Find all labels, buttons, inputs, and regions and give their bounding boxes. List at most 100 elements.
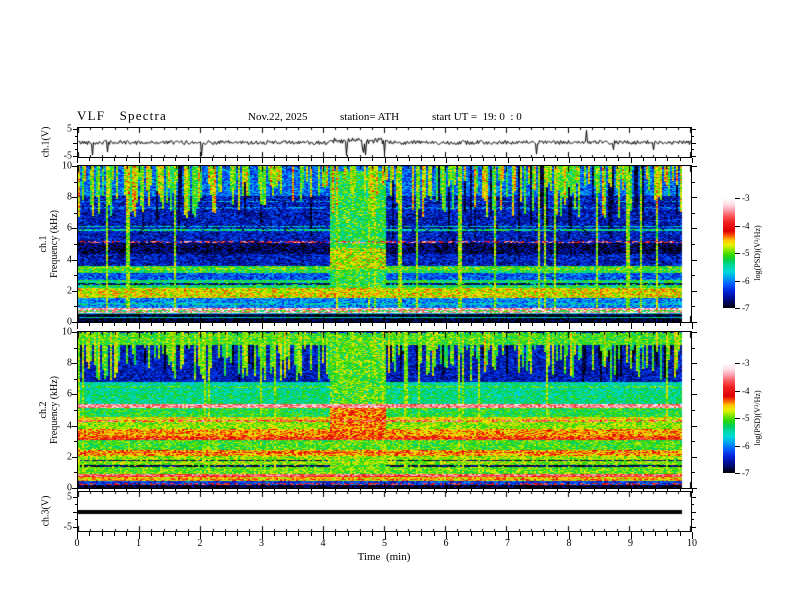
tick-mark bbox=[75, 135, 77, 137]
tick-mark bbox=[72, 363, 77, 365]
colorbar-tick bbox=[735, 445, 740, 447]
tick-mark bbox=[236, 323, 238, 326]
tick-mark bbox=[372, 532, 374, 536]
tick-mark bbox=[89, 158, 91, 161]
freq-tick-label: 6 bbox=[67, 222, 72, 234]
colorbar-ch1 bbox=[723, 198, 735, 308]
tick-mark bbox=[372, 323, 374, 326]
tick-mark bbox=[569, 323, 570, 329]
tick-mark bbox=[212, 532, 214, 536]
figure-title: VLF Spectra bbox=[77, 108, 167, 123]
tick-mark bbox=[692, 158, 693, 163]
tick-mark bbox=[74, 378, 77, 380]
tick-mark bbox=[482, 158, 484, 161]
tick-mark bbox=[655, 158, 657, 161]
tick-mark bbox=[187, 532, 189, 536]
ch1-waveform-canvas bbox=[78, 128, 691, 157]
freq-tick-label: 8 bbox=[67, 357, 72, 369]
tick-mark bbox=[556, 489, 558, 491]
colorbar-tick-label: -7 bbox=[742, 303, 750, 313]
tick-mark bbox=[72, 259, 77, 261]
tick-mark bbox=[569, 489, 570, 493]
tick-mark bbox=[286, 489, 288, 491]
tick-mark bbox=[200, 489, 201, 493]
tick-mark bbox=[298, 158, 300, 161]
tick-mark bbox=[212, 158, 214, 161]
colorbar-tick bbox=[735, 473, 740, 474]
tick-mark bbox=[544, 158, 546, 161]
tick-mark bbox=[692, 332, 697, 333]
tick-mark bbox=[667, 323, 669, 326]
tick-mark bbox=[163, 532, 165, 536]
freq-tick-label: 10 bbox=[62, 160, 72, 172]
x-tick-label: 2 bbox=[197, 538, 203, 549]
tick-mark bbox=[667, 489, 669, 491]
colorbar-tick-label: -7 bbox=[742, 468, 750, 478]
tick-mark bbox=[249, 489, 251, 491]
tick-mark bbox=[581, 158, 583, 161]
tick-mark bbox=[175, 532, 177, 536]
tick-mark bbox=[642, 532, 644, 536]
tick-mark bbox=[692, 526, 696, 528]
tick-mark bbox=[200, 158, 201, 163]
tick-mark bbox=[359, 532, 361, 536]
tick-mark bbox=[470, 489, 472, 491]
x-tick-label: 1 bbox=[136, 538, 141, 549]
tick-mark bbox=[163, 323, 165, 326]
tick-mark bbox=[605, 532, 607, 536]
colorbar-tick bbox=[735, 308, 740, 309]
tick-mark bbox=[74, 347, 77, 349]
tick-mark bbox=[692, 496, 696, 498]
tick-mark bbox=[175, 489, 177, 491]
tick-mark bbox=[372, 158, 374, 161]
tick-mark bbox=[396, 489, 398, 491]
tick-mark bbox=[692, 166, 697, 167]
ch1-spectrogram-panel bbox=[77, 165, 692, 323]
tick-mark bbox=[692, 259, 697, 261]
x-tick-label: 4 bbox=[320, 538, 326, 549]
tick-mark bbox=[273, 158, 275, 161]
tick-mark bbox=[72, 488, 77, 489]
tick-mark bbox=[692, 394, 697, 396]
tick-mark bbox=[593, 323, 595, 326]
ch1-spectrogram-canvas bbox=[78, 166, 691, 322]
tick-mark bbox=[446, 489, 447, 493]
tick-mark bbox=[618, 323, 620, 326]
tick-mark bbox=[200, 323, 201, 329]
tick-mark bbox=[74, 212, 77, 214]
freq-tick-label: 6 bbox=[67, 388, 72, 400]
colorbar-tick bbox=[735, 225, 740, 227]
tick-mark bbox=[667, 532, 669, 536]
colorbar-tick-label: -3 bbox=[742, 193, 750, 203]
tick-mark bbox=[692, 323, 693, 329]
tick-mark bbox=[692, 504, 694, 505]
tick-mark bbox=[372, 489, 374, 491]
tick-mark bbox=[224, 532, 226, 536]
tick-mark bbox=[384, 158, 386, 163]
tick-mark bbox=[126, 532, 128, 536]
tick-mark bbox=[73, 496, 77, 498]
tick-mark bbox=[72, 332, 77, 333]
tick-mark bbox=[138, 489, 140, 493]
tick-mark bbox=[544, 489, 546, 491]
tick-mark bbox=[679, 323, 681, 326]
tick-mark bbox=[323, 158, 324, 163]
tick-mark bbox=[224, 323, 226, 326]
x-tick-label: 8 bbox=[566, 538, 572, 549]
tick-mark bbox=[72, 290, 77, 292]
colorbar-tick-label: -6 bbox=[742, 440, 750, 451]
tick-mark bbox=[273, 532, 275, 536]
tick-mark bbox=[692, 456, 697, 458]
tick-mark bbox=[581, 532, 583, 536]
tick-mark bbox=[507, 323, 509, 329]
tick-mark bbox=[335, 489, 337, 491]
tick-mark bbox=[532, 323, 534, 326]
tick-mark bbox=[396, 323, 398, 326]
tick-mark bbox=[224, 158, 226, 161]
tick-mark bbox=[482, 323, 484, 326]
tick-mark bbox=[73, 128, 77, 130]
colorbar-tick bbox=[735, 363, 740, 364]
tick-mark bbox=[126, 158, 128, 161]
tick-mark bbox=[72, 166, 77, 167]
freq-tick-label: 2 bbox=[67, 285, 72, 297]
